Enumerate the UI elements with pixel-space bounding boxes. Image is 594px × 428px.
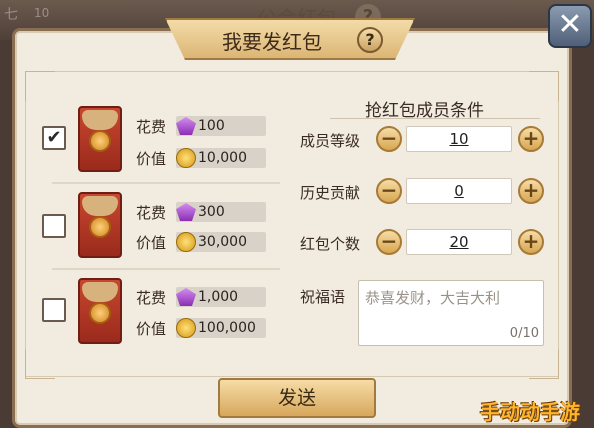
frame-corner [25,349,55,379]
blessing-label: 祝福语 [300,288,346,306]
packet-count-minus-button[interactable]: − [376,229,402,255]
packet-count-field[interactable]: 20 [406,229,512,255]
divider [330,118,540,119]
red-packet-1-icon [78,106,122,172]
member-level-label: 成员等级 [300,132,361,150]
packet-1-value: 10,000 [198,150,247,166]
packet-3-cost: 1,000 [198,289,239,305]
packet-1-cost-label: 花费 [136,118,167,136]
packet-1-checkbox[interactable]: ✔ [42,126,66,150]
dialog-title: 我要发红包 [222,30,322,54]
contribution-label: 历史贡献 [300,184,361,202]
packet-3-value-label: 价值 [136,320,167,338]
frame-corner [529,71,559,101]
watermark-logo: 手动动手游 [480,400,580,424]
packet-3-checkbox[interactable] [42,298,66,322]
gold-coin-icon [176,148,196,168]
packet-1-value-label: 价值 [136,150,167,168]
member-level-plus-button[interactable]: + [518,126,544,152]
packet-3-cost-label: 花费 [136,289,167,307]
member-level-minus-button[interactable]: − [376,126,402,152]
packet-2-value: 30,000 [198,234,247,250]
gold-coin-icon [176,232,196,252]
send-button[interactable]: 发送 [218,378,376,418]
blessing-placeholder: 恭喜发财，大吉大利 [365,289,501,307]
packet-3-value: 100,000 [198,320,256,336]
frame-corner [25,71,55,101]
frame-corner [529,349,559,379]
contribution-plus-button[interactable]: + [518,178,544,204]
packet-2-cost-label: 花费 [136,204,167,222]
help-icon[interactable]: ? [357,27,383,53]
contribution-field[interactable]: 0 [406,178,512,204]
member-level-field[interactable]: 10 [406,126,512,152]
gold-coin-icon [176,318,196,338]
packet-2-checkbox[interactable] [42,214,66,238]
close-button[interactable]: ✕ [548,4,592,48]
red-packet-3-icon [78,278,122,344]
packet-count-label: 红包个数 [300,235,361,253]
packet-1-cost: 100 [198,118,225,134]
divider [52,268,280,270]
divider [52,182,280,184]
blessing-input[interactable]: 恭喜发财，大吉大利 0/10 [358,280,544,346]
packet-2-value-label: 价值 [136,234,167,252]
packet-2-cost: 300 [198,204,225,220]
packet-count-plus-button[interactable]: + [518,229,544,255]
contribution-minus-button[interactable]: − [376,178,402,204]
red-packet-2-icon [78,192,122,258]
char-counter: 0/10 [509,326,539,341]
